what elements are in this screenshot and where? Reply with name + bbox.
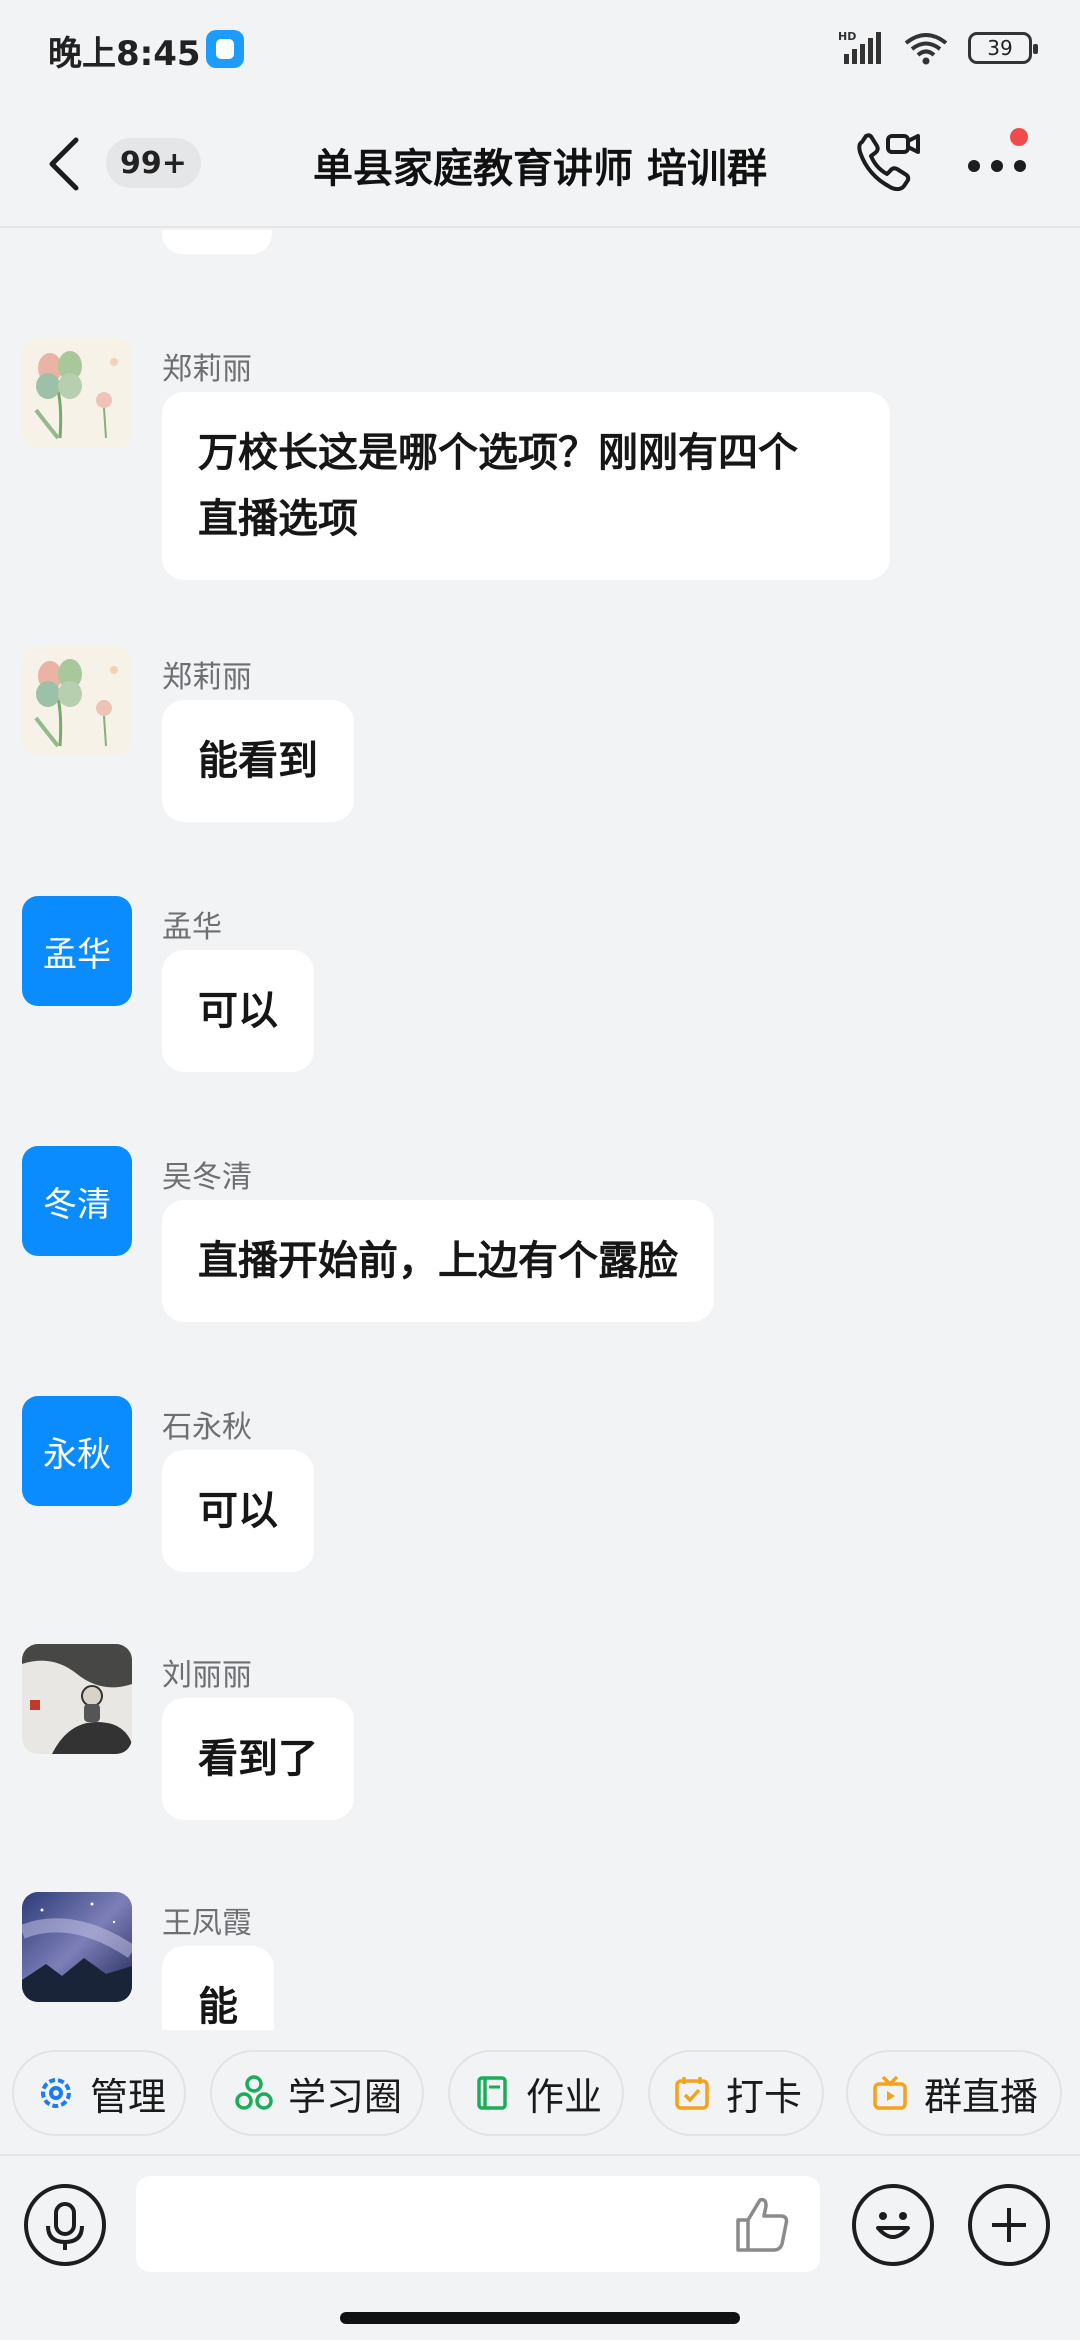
quick-action-bar: 管理 学习圈 作业 打卡 群直播 bbox=[0, 2032, 1080, 2154]
signal-icon: HD bbox=[838, 30, 881, 64]
battery-level: 39 bbox=[987, 36, 1013, 60]
sender-name: 孟华 bbox=[162, 910, 222, 945]
message-bubble[interactable]: 直播开始前，上边有个露脸 bbox=[162, 1200, 714, 1322]
sender-name: 郑莉丽 bbox=[162, 352, 252, 387]
tv-play-icon bbox=[873, 2075, 907, 2110]
sender-name: 王凤霞 bbox=[162, 1906, 252, 1941]
home-indicator[interactable] bbox=[340, 2312, 740, 2324]
status-bar: 晚上8:45 HD 39 bbox=[0, 0, 1080, 96]
avatar[interactable]: 孟华 bbox=[22, 896, 132, 1006]
message-bubble[interactable]: 万校长这是哪个选项？刚刚有四个 直播选项 bbox=[162, 392, 890, 580]
avatar[interactable]: 永秋 bbox=[22, 1396, 132, 1506]
study-circle-button[interactable]: 学习圈 bbox=[210, 2050, 424, 2136]
gear-icon bbox=[41, 2078, 71, 2108]
message-bubble[interactable]: 能 bbox=[162, 1946, 274, 2030]
ink-painting-avatar-image bbox=[22, 1644, 132, 1754]
circles-icon bbox=[235, 2075, 273, 2110]
message-bubble[interactable]: 可以 bbox=[162, 950, 314, 1072]
homework-button[interactable]: 作业 bbox=[448, 2050, 624, 2136]
calendar-check-icon bbox=[675, 2077, 709, 2110]
sender-name: 石永秋 bbox=[162, 1410, 252, 1445]
manage-label: 管理 bbox=[90, 2074, 167, 2119]
microphone-icon bbox=[46, 2202, 84, 2250]
book-icon bbox=[477, 2076, 507, 2110]
status-time: 晚上8:45 bbox=[48, 34, 201, 74]
status-indicators: HD 39 bbox=[838, 28, 1038, 68]
app-notification-icon bbox=[206, 30, 244, 68]
avatar[interactable] bbox=[22, 338, 132, 448]
emoji-button[interactable] bbox=[852, 2184, 934, 2266]
wifi-icon bbox=[904, 33, 948, 65]
add-more-button[interactable] bbox=[968, 2184, 1050, 2266]
manage-button[interactable]: 管理 bbox=[12, 2050, 186, 2136]
check-in-button[interactable]: 打卡 bbox=[648, 2050, 824, 2136]
sender-name: 吴冬清 bbox=[162, 1160, 252, 1195]
chat-title[interactable]: 单县家庭教育讲师 培训群 bbox=[220, 136, 860, 194]
message-bubble[interactable]: 能看到 bbox=[162, 700, 354, 822]
group-live-button[interactable]: 群直播 bbox=[846, 2050, 1062, 2136]
flower-avatar-image bbox=[22, 646, 132, 756]
svg-text:HD: HD bbox=[838, 30, 856, 43]
sender-name: 郑莉丽 bbox=[162, 660, 252, 695]
message-bubble[interactable]: 可以 bbox=[162, 1450, 314, 1572]
avatar[interactable] bbox=[22, 1644, 132, 1754]
study-circle-label: 学习圈 bbox=[288, 2074, 403, 2119]
thumbs-up-icon[interactable] bbox=[730, 2192, 794, 2256]
message-list[interactable]: 郑莉丽 万校长这是哪个选项？刚刚有四个 直播选项 郑莉丽 能看到 孟华 孟华 可… bbox=[0, 230, 1080, 2030]
chat-header: 99+ 单县家庭教育讲师 培训群 bbox=[0, 96, 1080, 228]
back-button[interactable] bbox=[40, 134, 90, 194]
message-input[interactable] bbox=[136, 2176, 820, 2272]
unread-count-badge[interactable]: 99+ bbox=[106, 138, 201, 188]
starry-mountain-avatar-image bbox=[22, 1892, 132, 2002]
plus-icon bbox=[992, 2208, 1026, 2242]
emoji-icon bbox=[876, 2212, 910, 2239]
notification-dot bbox=[1010, 128, 1028, 146]
partial-message-bubble[interactable] bbox=[162, 230, 272, 254]
avatar[interactable] bbox=[22, 1892, 132, 2002]
battery-indicator: 39 bbox=[968, 32, 1038, 64]
voice-input-button[interactable] bbox=[24, 2184, 106, 2266]
sender-name: 刘丽丽 bbox=[162, 1658, 252, 1693]
avatar[interactable]: 冬清 bbox=[22, 1146, 132, 1256]
flower-avatar-image bbox=[22, 338, 132, 448]
homework-label: 作业 bbox=[526, 2074, 603, 2119]
avatar[interactable] bbox=[22, 646, 132, 756]
video-call-icon[interactable] bbox=[852, 128, 922, 198]
check-in-label: 打卡 bbox=[726, 2074, 803, 2119]
group-live-label: 群直播 bbox=[924, 2074, 1039, 2119]
message-bubble[interactable]: 看到了 bbox=[162, 1698, 354, 1820]
